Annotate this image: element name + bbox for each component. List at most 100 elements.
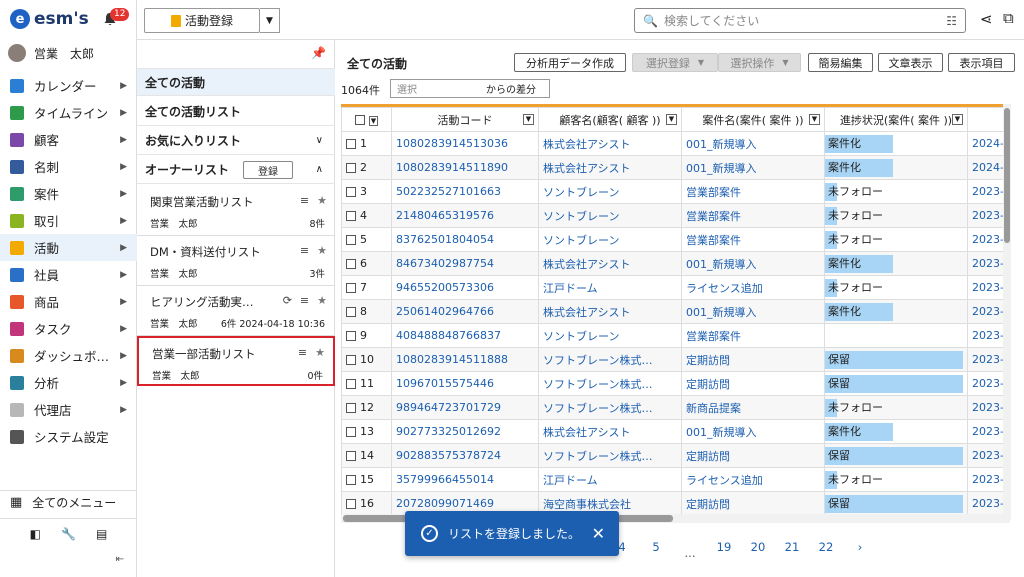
table-row[interactable]: 8 25061402964766 株式会社アシスト 001_新規導入 案件化 2…: [341, 299, 1010, 324]
row-checkbox[interactable]: [346, 499, 356, 509]
table-row[interactable]: 15 35799966455014 江戸ドーム ライセンス追加 未フォロー 20…: [341, 467, 1010, 492]
deal-name-cell[interactable]: 001_新規導入: [681, 419, 825, 444]
chevron-down-icon[interactable]: ▼: [666, 114, 677, 125]
deal-name-cell[interactable]: 定期訪問: [681, 371, 825, 396]
deal-name-cell[interactable]: 001_新規導入: [681, 155, 825, 180]
row-checkbox[interactable]: [346, 139, 356, 149]
sidebar-item[interactable]: カレンダー ▶: [0, 72, 137, 99]
deal-name-cell[interactable]: 新商品提案: [681, 395, 825, 420]
list-all-activity-list[interactable]: 全ての活動リスト: [137, 98, 335, 126]
activity-code-cell[interactable]: 10967015575446: [391, 371, 539, 396]
row-checkbox[interactable]: [346, 331, 356, 341]
deal-name-cell[interactable]: 定期訪問: [681, 347, 825, 372]
edit-list-icon[interactable]: ≡: [300, 244, 309, 257]
wrench-icon[interactable]: 🔧: [61, 527, 76, 541]
diff-select[interactable]: 選択 からの差分: [390, 79, 550, 98]
row-checkbox[interactable]: [346, 283, 356, 293]
sidebar-item[interactable]: システム設定: [0, 423, 137, 450]
activity-code-cell[interactable]: 94655200573306: [391, 275, 539, 300]
edit-list-icon[interactable]: ≡: [300, 294, 309, 307]
pin-icon[interactable]: 📌: [311, 46, 326, 60]
row-index-cell[interactable]: 4: [341, 203, 392, 228]
select-register-button[interactable]: 選択登録 ▼: [632, 53, 718, 72]
customer-name-cell[interactable]: 株式会社アシスト: [538, 419, 682, 444]
refresh-icon[interactable]: ⟳: [283, 294, 292, 307]
row-index-cell[interactable]: 7: [341, 275, 392, 300]
activity-code-cell[interactable]: 989464723701729: [391, 395, 539, 420]
row-checkbox[interactable]: [346, 403, 356, 413]
customer-name-cell[interactable]: 江戸ドーム: [538, 275, 682, 300]
table-row[interactable]: 12 989464723701729 ソフトブレーン株式… 新商品提案 未フォロ…: [341, 395, 1010, 420]
display-items-button[interactable]: 表示項目: [948, 53, 1015, 72]
page-link[interactable]: 22: [809, 540, 843, 560]
row-checkbox[interactable]: [346, 259, 356, 269]
sidebar-item[interactable]: 社員 ▶: [0, 261, 137, 288]
owner-list-card[interactable]: ヒアリング活動実… ⟳ ≡ ★ 営業 太郎 6件 2024-04-18 10:36: [137, 286, 335, 336]
register-activity-button[interactable]: 活動登録: [144, 8, 260, 33]
sidebar-item[interactable]: 顧客 ▶: [0, 126, 137, 153]
deal-name-cell[interactable]: 001_新規導入: [681, 299, 825, 324]
sidebar-item[interactable]: 商品 ▶: [0, 288, 137, 315]
table-row[interactable]: 6 84673402987754 株式会社アシスト 001_新規導入 案件化 2…: [341, 251, 1010, 276]
row-index-cell[interactable]: 14: [341, 443, 392, 468]
simple-edit-button[interactable]: 簡易編集: [808, 53, 873, 72]
vertical-scrollbar[interactable]: [1003, 104, 1011, 520]
customer-name-cell[interactable]: ソントブレーン: [538, 179, 682, 204]
activity-code-cell[interactable]: 902773325012692: [391, 419, 539, 444]
deal-name-cell[interactable]: 001_新規導入: [681, 131, 825, 156]
deal-name-cell[interactable]: 定期訪問: [681, 491, 825, 516]
row-index-cell[interactable]: 11: [341, 371, 392, 396]
customer-name-cell[interactable]: 江戸ドーム: [538, 467, 682, 492]
row-index-cell[interactable]: 15: [341, 467, 392, 492]
share-icon[interactable]: ⋖: [980, 10, 993, 28]
activity-code-cell[interactable]: 502232527101663: [391, 179, 539, 204]
row-index-cell[interactable]: 1: [341, 131, 392, 156]
filter-settings-icon[interactable]: ☷: [946, 14, 957, 28]
column-header[interactable]: 活動コード ▼: [391, 107, 539, 132]
activity-code-cell[interactable]: 1080283914511888: [391, 347, 539, 372]
register-dropdown-button[interactable]: ▼: [260, 8, 280, 33]
deal-name-cell[interactable]: 営業部案件: [681, 323, 825, 348]
sidebar-item[interactable]: 代理店 ▶: [0, 396, 137, 423]
select-operation-button[interactable]: 選択操作 ▼: [718, 53, 801, 72]
row-index-cell[interactable]: 16: [341, 491, 392, 516]
page-link[interactable]: ›: [843, 540, 877, 560]
deal-name-cell[interactable]: ライセンス追加: [681, 275, 825, 300]
customer-name-cell[interactable]: ソントブレーン: [538, 323, 682, 348]
deal-name-cell[interactable]: 営業部案件: [681, 203, 825, 228]
owner-list-card[interactable]: DM・資料送付リスト ≡ ★ 営業 太郎 3件: [137, 236, 335, 286]
bookmark-icon[interactable]: ◧: [30, 527, 41, 541]
analysis-data-button[interactable]: 分析用データ作成: [514, 53, 626, 72]
open-external-icon[interactable]: ⧉: [1003, 9, 1014, 27]
customer-name-cell[interactable]: ソントブレーン: [538, 203, 682, 228]
row-checkbox[interactable]: [346, 451, 356, 461]
chevron-down-icon[interactable]: ▼: [809, 114, 820, 125]
edit-list-icon[interactable]: ≡: [298, 346, 307, 359]
row-checkbox[interactable]: [346, 379, 356, 389]
sidebar-item[interactable]: 分析 ▶: [0, 369, 137, 396]
page-link[interactable]: 5: [639, 540, 673, 560]
activity-code-cell[interactable]: 1080283914513036: [391, 131, 539, 156]
deal-name-cell[interactable]: 001_新規導入: [681, 251, 825, 276]
star-icon[interactable]: ★: [317, 294, 327, 307]
column-header[interactable]: 顧客名(顧客( 顧客 )) ▼: [538, 107, 682, 132]
row-checkbox[interactable]: [346, 307, 356, 317]
sidebar-item[interactable]: 活動 ▶: [0, 234, 137, 261]
deal-name-cell[interactable]: 営業部案件: [681, 227, 825, 252]
row-index-cell[interactable]: 10: [341, 347, 392, 372]
sidebar-item[interactable]: タイムライン ▶: [0, 99, 137, 126]
star-icon[interactable]: ★: [315, 346, 325, 359]
row-index-cell[interactable]: 2: [341, 155, 392, 180]
table-row[interactable]: 3 502232527101663 ソントブレーン 営業部案件 未フォロー 20…: [341, 179, 1010, 204]
sidebar-item[interactable]: 案件 ▶: [0, 180, 137, 207]
owner-list-section[interactable]: オーナーリスト 登録 ∧: [137, 156, 335, 184]
customer-name-cell[interactable]: ソフトブレーン株式…: [538, 443, 682, 468]
sidebar-item[interactable]: 名刺 ▶: [0, 153, 137, 180]
row-checkbox[interactable]: [346, 355, 356, 365]
all-menu-button[interactable]: ▦ 全てのメニュー: [0, 490, 137, 514]
row-checkbox[interactable]: [346, 235, 356, 245]
customer-name-cell[interactable]: 株式会社アシスト: [538, 155, 682, 180]
page-link[interactable]: 21: [775, 540, 809, 560]
table-row[interactable]: 2 1080283914511890 株式会社アシスト 001_新規導入 案件化…: [341, 155, 1010, 180]
sidebar-item[interactable]: タスク ▶: [0, 315, 137, 342]
